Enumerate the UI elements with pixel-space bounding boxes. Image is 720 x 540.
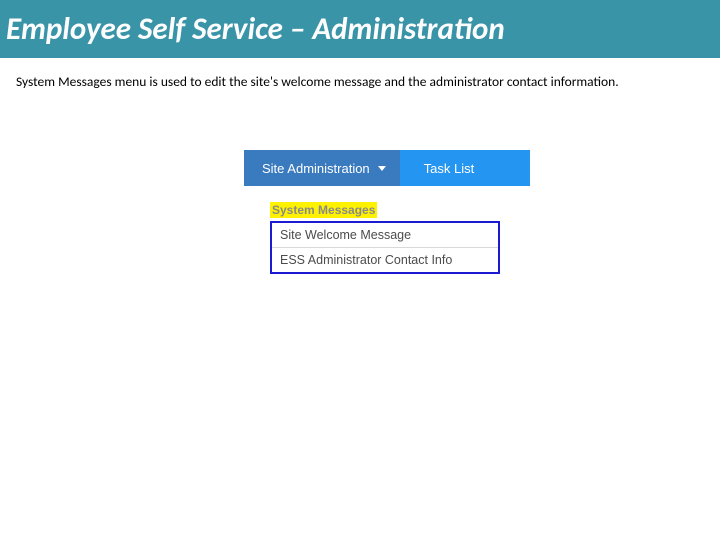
dropdown-menu-area: System Messages Site Welcome Message ESS… (244, 186, 530, 274)
navbar: Site Administration Task List (244, 150, 530, 186)
menu-box: Site Welcome Message ESS Administrator C… (270, 221, 500, 274)
chevron-down-icon (378, 166, 386, 171)
title-bar: Employee Self Service – Administration (0, 0, 720, 58)
menu-item-site-welcome-message[interactable]: Site Welcome Message (272, 223, 498, 248)
page-title: Employee Self Service – Administration (6, 10, 505, 48)
description-text: System Messages menu is used to edit the… (0, 58, 720, 91)
nav-task-list[interactable]: Task List (400, 150, 530, 186)
screenshot-region: Site Administration Task List System Mes… (244, 150, 530, 274)
nav-site-administration-label: Site Administration (262, 161, 370, 176)
menu-heading-system-messages: System Messages (270, 202, 377, 218)
slide: Employee Self Service – Administration S… (0, 0, 720, 540)
menu-item-ess-admin-contact[interactable]: ESS Administrator Contact Info (272, 248, 498, 272)
nav-task-list-label: Task List (424, 161, 475, 176)
nav-site-administration[interactable]: Site Administration (244, 150, 400, 186)
